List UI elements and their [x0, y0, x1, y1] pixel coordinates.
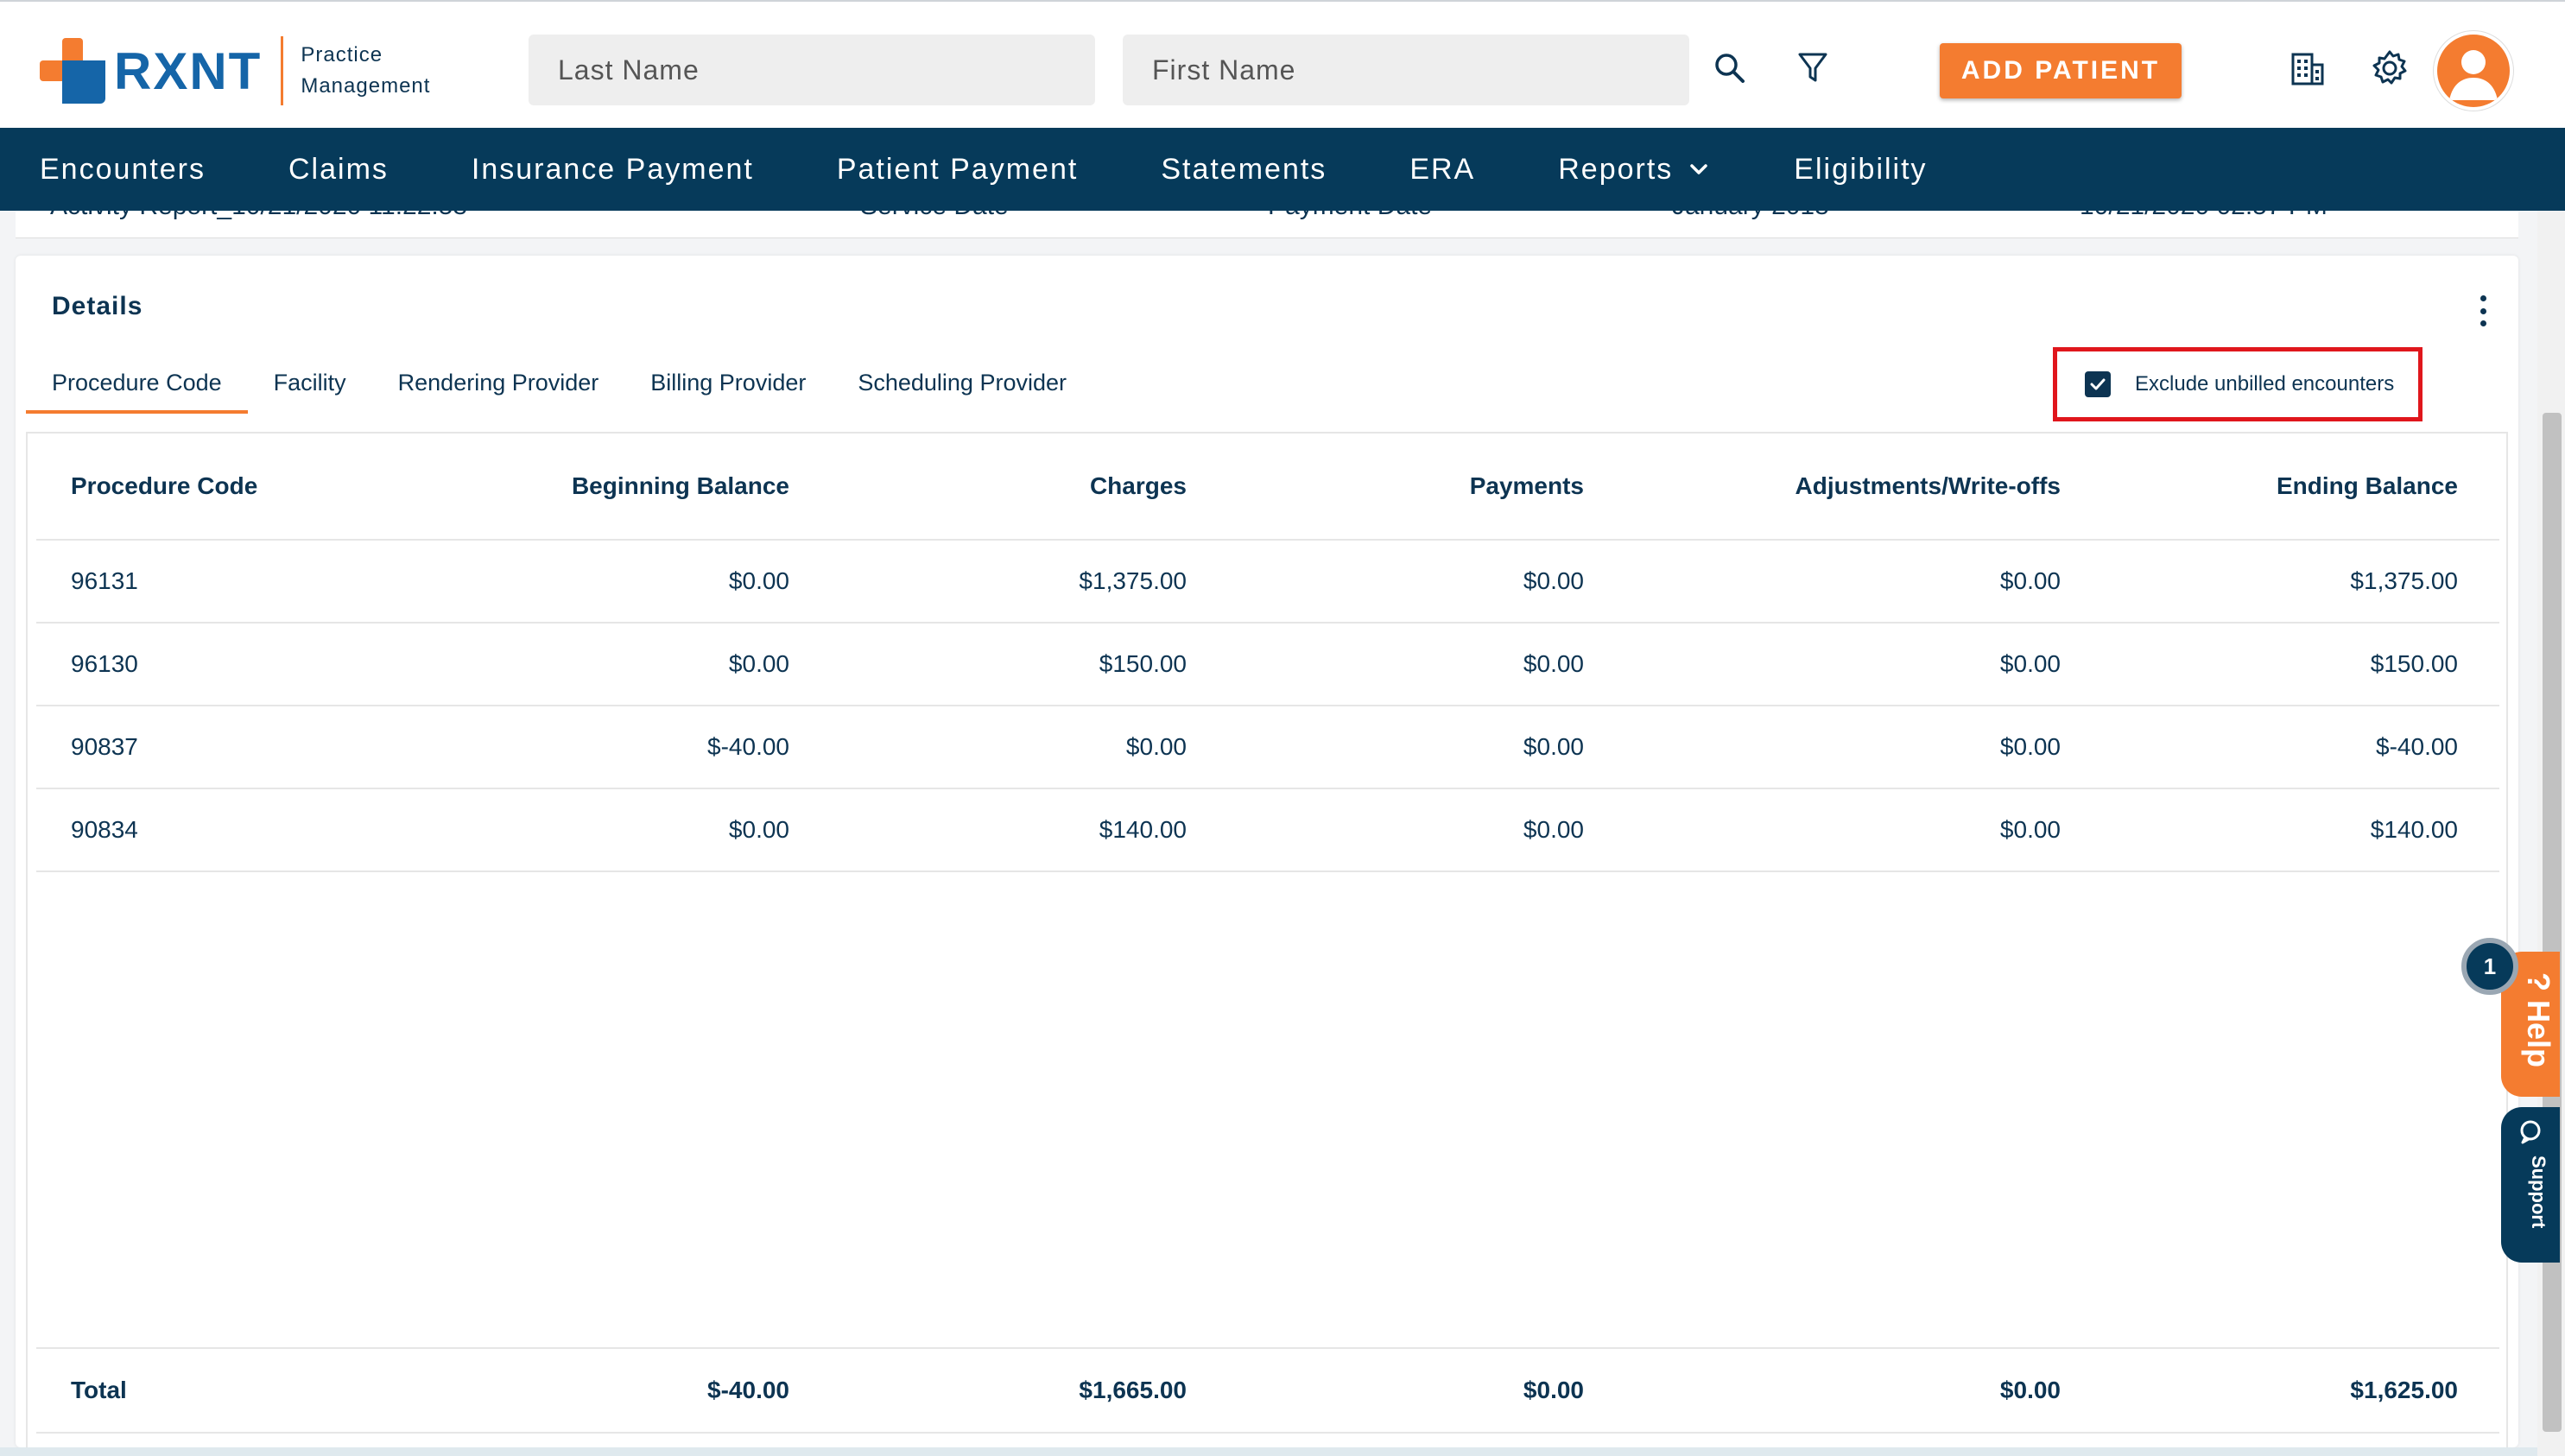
total-payments: $0.00 [1523, 1377, 1584, 1403]
tab-facility[interactable]: Facility [248, 358, 372, 414]
question-icon: ? [2521, 972, 2556, 991]
logo-text: RXNT [114, 41, 263, 100]
column-header[interactable]: Payments [1187, 472, 1584, 500]
tab-rendering-provider[interactable]: Rendering Provider [372, 358, 625, 414]
nav-eligibility[interactable]: Eligibility [1754, 153, 1927, 187]
more-options-icon[interactable] [2479, 295, 2487, 326]
cell-beginning-balance: $0.00 [728, 650, 789, 677]
table-row[interactable]: 96130 $0.00 $150.00 $0.00 $0.00 $150.00 [36, 624, 2499, 706]
cell-procedure-code: 96131 [71, 567, 138, 594]
report-payment: Payment Date [1268, 211, 1432, 221]
column-header[interactable]: Charges [789, 472, 1187, 500]
support-label: Support [2528, 1155, 2549, 1229]
total-adjustments: $0.00 [1999, 1377, 2061, 1403]
cell-beginning-balance: $-40.00 [707, 733, 789, 760]
cell-ending-balance: $1,375.00 [2350, 567, 2458, 594]
tab-billing-provider[interactable]: Billing Provider [624, 358, 832, 414]
building-icon[interactable] [2283, 45, 2330, 92]
table-header-row: Procedure Code Beginning Balance Charges… [36, 434, 2499, 541]
cell-charges: $0.00 [1125, 733, 1187, 760]
report-created: 10/21/2020 02:57 PM [2080, 211, 2328, 221]
nav-reports-label: Reports [1558, 152, 1674, 186]
cell-procedure-code: 90834 [71, 816, 138, 843]
cell-adjustments: $0.00 [1999, 567, 2061, 594]
main-content: Activity Report_10/21/2020 11:22:58 Serv… [0, 211, 2537, 1456]
tab-scheduling-provider[interactable]: Scheduling Provider [832, 358, 1092, 414]
chevron-down-icon [1690, 164, 1708, 174]
cell-procedure-code: 90837 [71, 733, 138, 760]
column-header[interactable]: Procedure Code [36, 472, 408, 500]
previous-report-row: Activity Report_10/21/2020 11:22:58 Serv… [16, 211, 2518, 238]
nav-reports[interactable]: Reports [1518, 153, 1711, 187]
table-row[interactable]: 96131 $0.00 $1,375.00 $0.00 $0.00 $1,375… [36, 541, 2499, 624]
report-date-type: Service Date [860, 211, 1009, 221]
first-name-input[interactable] [1123, 35, 1689, 105]
add-patient-button[interactable]: ADD PATIENT [1940, 43, 2182, 98]
table-total-row: Total $-40.00 $1,665.00 $0.00 $0.00 $1,6… [36, 1347, 2499, 1434]
report-month: January 2018 [1672, 211, 1829, 221]
logo-cross-icon [40, 38, 105, 104]
cell-adjustments: $0.00 [1999, 650, 2061, 677]
details-title: Details [52, 292, 143, 320]
exclude-unbilled-label[interactable]: Exclude unbilled encounters [2135, 372, 2394, 396]
nav-encounters[interactable]: Encounters [0, 153, 206, 187]
last-name-input[interactable] [529, 35, 1095, 105]
table-row[interactable]: 90837 $-40.00 $0.00 $0.00 $0.00 $-40.00 [36, 706, 2499, 789]
procedure-table: Procedure Code Beginning Balance Charges… [26, 432, 2508, 1447]
nav-statements[interactable]: Statements [1121, 153, 1327, 187]
user-avatar-icon[interactable] [2434, 31, 2513, 111]
nav-era[interactable]: ERA [1370, 153, 1475, 187]
total-label: Total [71, 1377, 127, 1403]
notification-badge[interactable]: 1 [2461, 938, 2518, 995]
cell-payments: $0.00 [1523, 733, 1584, 760]
report-name: Activity Report_10/21/2020 11:22:58 [50, 211, 467, 221]
top-header: RXNT Practice Management ADD PATIENT [0, 0, 2565, 128]
search-icon[interactable] [1708, 47, 1751, 90]
rxnt-logo[interactable]: RXNT Practice Management [40, 36, 430, 105]
cell-payments: $0.00 [1523, 816, 1584, 843]
cell-ending-balance: $150.00 [2370, 650, 2458, 677]
details-card: Details Procedure Code Facility Renderin… [16, 256, 2518, 1447]
cell-beginning-balance: $0.00 [728, 816, 789, 843]
cell-procedure-code: 96130 [71, 650, 138, 677]
cell-payments: $0.00 [1523, 567, 1584, 594]
main-nav: Encounters Claims Insurance Payment Pati… [0, 128, 2565, 211]
cell-charges: $150.00 [1099, 650, 1187, 677]
cell-adjustments: $0.00 [1999, 816, 2061, 843]
table-row[interactable]: 90834 $0.00 $140.00 $0.00 $0.00 $140.00 [36, 789, 2499, 872]
exclude-unbilled-highlight: Exclude unbilled encounters [2053, 347, 2422, 421]
cell-ending-balance: $140.00 [2370, 816, 2458, 843]
nav-insurance-payment[interactable]: Insurance Payment [432, 153, 754, 187]
nav-patient-payment[interactable]: Patient Payment [797, 153, 1078, 187]
cell-charges: $140.00 [1099, 816, 1187, 843]
cell-payments: $0.00 [1523, 650, 1584, 677]
cell-charges: $1,375.00 [1079, 567, 1187, 594]
exclude-unbilled-checkbox[interactable] [2085, 371, 2111, 397]
chat-bubble-icon [2515, 1116, 2546, 1147]
column-header[interactable]: Adjustments/Write-offs [1584, 472, 2062, 500]
bottom-edge [0, 1447, 2537, 1456]
logo-subtitle: Practice Management [301, 43, 431, 98]
cell-ending-balance: $-40.00 [2376, 733, 2458, 760]
total-ending-balance: $1,625.00 [2350, 1377, 2458, 1403]
details-tabs: Procedure Code Facility Rendering Provid… [26, 358, 1092, 414]
filter-icon[interactable] [1791, 47, 1834, 90]
help-label: ? Help [2521, 972, 2556, 1068]
scrollbar-thumb[interactable] [2543, 413, 2562, 1432]
cell-adjustments: $0.00 [1999, 733, 2061, 760]
cell-beginning-balance: $0.00 [728, 567, 789, 594]
nav-claims[interactable]: Claims [249, 153, 389, 187]
total-charges: $1,665.00 [1079, 1377, 1187, 1403]
column-header[interactable]: Ending Balance [2061, 472, 2458, 500]
logo-divider [281, 36, 284, 105]
tab-procedure-code[interactable]: Procedure Code [26, 358, 248, 414]
total-beginning-balance: $-40.00 [707, 1377, 789, 1403]
column-header[interactable]: Beginning Balance [408, 472, 789, 500]
gear-icon[interactable] [2366, 45, 2413, 92]
